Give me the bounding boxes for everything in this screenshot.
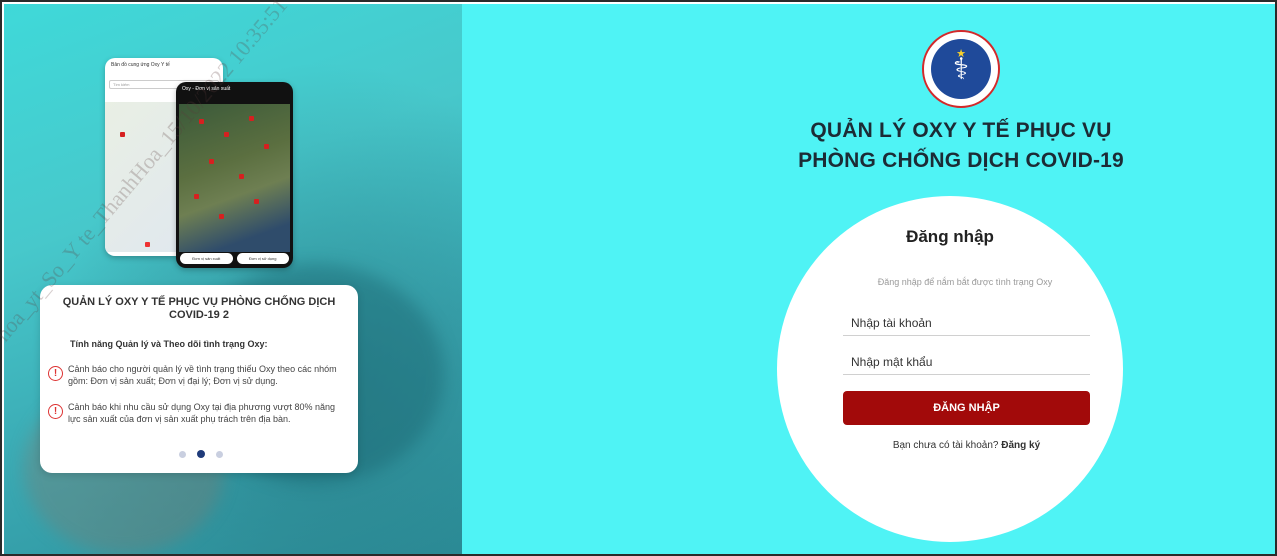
carousel-dot-active[interactable] — [197, 450, 205, 458]
phone-button-user: Đơn vị sử dụng — [236, 253, 289, 264]
feature-card-subtitle: Tính năng Quản lý và Theo dõi tình trạng… — [70, 339, 268, 349]
app-title-line2: PHÒNG CHỐNG DỊCH COVID-19 — [798, 149, 1124, 172]
app-title-line1: QUẢN LÝ OXY Y TẾ PHỤC VỤ — [810, 119, 1112, 142]
register-prompt-text: Bạn chưa có tài khoản? — [892, 440, 999, 451]
phone-screen-title-2: Oxy - Đơn vị sản xuất — [182, 86, 231, 92]
feature-item: ! Cảnh báo khi nhu cầu sử dụng Oxy tại đ… — [48, 401, 348, 425]
phone-button-producer: Đơn vị sản xuất — [180, 253, 233, 264]
login-heading: Đăng nhập — [906, 227, 994, 246]
phone-screen-title: Bản đồ cung ứng Oxy Y tế — [111, 62, 170, 68]
caduceus-icon: ★ ⚕ — [931, 39, 991, 99]
ministry-logo: ★ ⚕ — [922, 30, 1000, 108]
star-icon: ★ — [956, 47, 966, 60]
login-subtitle: Đăng nhập để nắm bắt được tình trạng Oxy — [877, 277, 1053, 287]
username-input[interactable] — [843, 310, 1090, 336]
phone-mockup-satellite: Oxy - Đơn vị sản xuất Đơn vị sản xuất Đơ… — [176, 82, 293, 268]
phone-bottom-buttons: Đơn vị sản xuất Đơn vị sử dụng — [180, 253, 289, 264]
login-button[interactable]: ĐĂNG NHẬP — [843, 391, 1090, 425]
carousel-dots — [179, 450, 223, 458]
feature-card-title: QUẢN LÝ OXY Y TẾ PHỤC VỤ PHÒNG CHỐNG DỊC… — [62, 296, 336, 321]
app-title: QUẢN LÝ OXY Y TẾ PHỤC VỤ PHÒNG CHỐNG DỊC… — [790, 116, 1132, 176]
carousel-dot[interactable] — [179, 450, 186, 458]
password-input[interactable] — [843, 349, 1090, 375]
warning-icon: ! — [48, 366, 63, 381]
feature-item: ! Cảnh báo cho người quản lý về tình trạ… — [48, 363, 348, 387]
feature-text: Cảnh báo khi nhu cầu sử dụng Oxy tại địa… — [68, 402, 336, 424]
satellite-map — [179, 104, 290, 252]
feature-card: QUẢN LÝ OXY Y TẾ PHỤC VỤ PHÒNG CHỐNG DỊC… — [40, 285, 358, 473]
carousel-dot[interactable] — [216, 450, 223, 458]
feature-text: Cảnh báo cho người quản lý về tình trạng… — [68, 364, 337, 386]
register-link[interactable]: Đăng ký — [1001, 440, 1040, 451]
register-prompt: Bạn chưa có tài khoản? Đăng ký — [843, 440, 1090, 451]
warning-icon: ! — [48, 404, 63, 419]
